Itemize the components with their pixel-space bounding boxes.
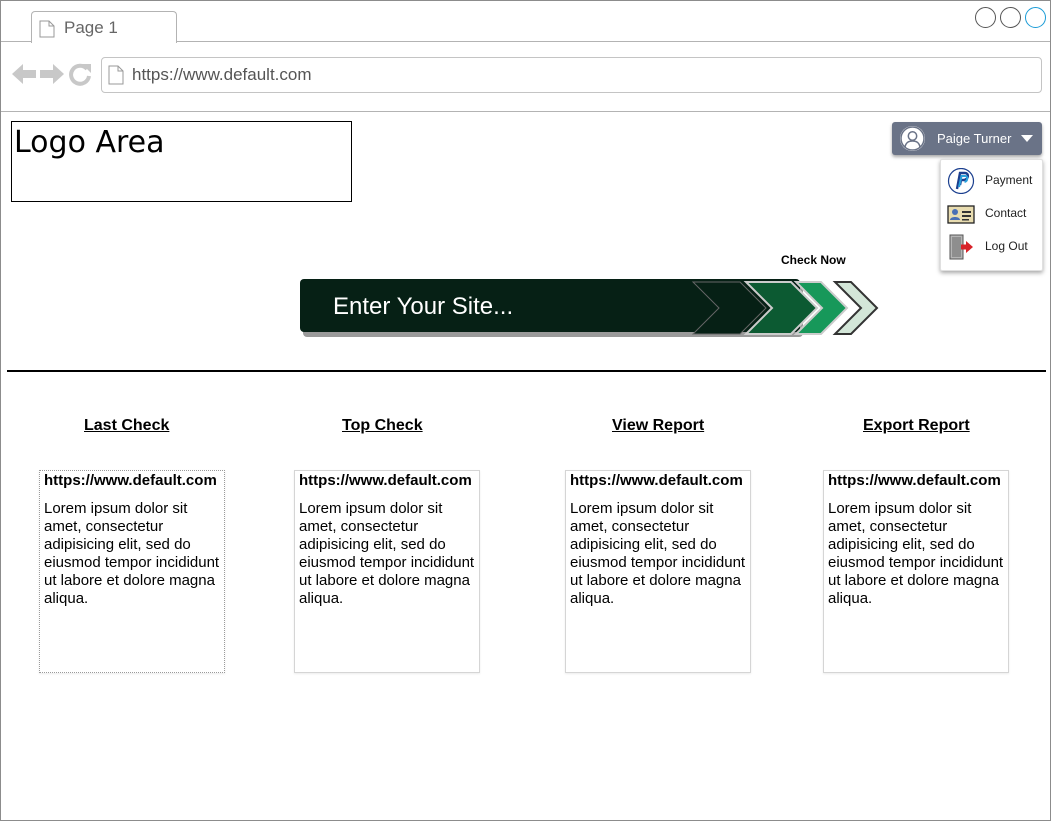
tab-bar: Page 1 bbox=[1, 1, 1050, 43]
page-icon bbox=[108, 65, 124, 85]
contact-card-icon bbox=[947, 205, 975, 224]
chevron-down-icon bbox=[1021, 135, 1033, 142]
card-url: https://www.default.com bbox=[570, 472, 743, 489]
browser-window: Page 1 https://www.default.com Logo Area… bbox=[0, 0, 1051, 821]
tab-title: Page 1 bbox=[64, 18, 118, 37]
export-report-card: https://www.default.com Lorem ipsum dolo… bbox=[823, 470, 1009, 673]
menu-item-label: Log Out bbox=[985, 239, 1028, 253]
logo-area: Logo Area bbox=[11, 121, 352, 202]
card-url: https://www.default.com bbox=[828, 472, 1001, 489]
page-icon bbox=[39, 20, 55, 38]
user-menu-button[interactable]: Paige Turner bbox=[892, 122, 1042, 155]
user-name: Paige Turner bbox=[937, 131, 1012, 146]
last-check-link[interactable]: Last Check bbox=[84, 417, 169, 435]
last-check-card: https://www.default.com Lorem ipsum dolo… bbox=[39, 470, 225, 673]
user-avatar-icon bbox=[900, 126, 925, 151]
card-url: https://www.default.com bbox=[299, 472, 472, 489]
window-maximize-button[interactable] bbox=[1025, 7, 1046, 28]
user-dropdown-menu: Payment Contact Log Out bbox=[940, 159, 1043, 271]
top-check-link[interactable]: Top Check bbox=[342, 417, 423, 435]
nav-buttons bbox=[11, 62, 93, 86]
export-report-link[interactable]: Export Report bbox=[863, 417, 970, 435]
card-url: https://www.default.com bbox=[44, 472, 217, 489]
url-input[interactable] bbox=[132, 65, 1012, 85]
paypal-icon bbox=[947, 168, 975, 194]
window-minimize-button[interactable] bbox=[1000, 7, 1021, 28]
top-check-card: https://www.default.com Lorem ipsum dolo… bbox=[294, 470, 480, 673]
menu-item-payment[interactable]: Payment bbox=[941, 165, 1042, 195]
site-check-bar: Enter Your Site... bbox=[299, 278, 884, 340]
forward-arrow-icon[interactable] bbox=[39, 62, 65, 86]
window-controls bbox=[975, 7, 1046, 28]
logout-door-icon bbox=[949, 234, 973, 260]
address-bar[interactable] bbox=[101, 57, 1042, 93]
menu-item-logout[interactable]: Log Out bbox=[941, 231, 1042, 261]
site-url-input[interactable] bbox=[331, 291, 671, 323]
menu-item-label: Contact bbox=[985, 206, 1027, 220]
card-text: Lorem ipsum dolor sit amet, consectetur … bbox=[570, 500, 746, 607]
section-divider bbox=[7, 370, 1046, 372]
check-now-label: Check Now bbox=[781, 253, 846, 267]
card-text: Lorem ipsum dolor sit amet, consectetur … bbox=[44, 500, 220, 607]
window-close-button[interactable] bbox=[975, 7, 996, 28]
view-report-card: https://www.default.com Lorem ipsum dolo… bbox=[565, 470, 751, 673]
reload-icon[interactable] bbox=[67, 62, 93, 86]
back-arrow-icon[interactable] bbox=[11, 62, 37, 86]
navigation-bar bbox=[1, 42, 1050, 112]
logo-text: Logo Area bbox=[14, 125, 165, 160]
card-text: Lorem ipsum dolor sit amet, consectetur … bbox=[299, 500, 475, 607]
menu-item-label: Payment bbox=[985, 173, 1033, 187]
browser-tab[interactable]: Page 1 bbox=[31, 11, 177, 43]
card-text: Lorem ipsum dolor sit amet, consectetur … bbox=[828, 500, 1004, 607]
view-report-link[interactable]: View Report bbox=[612, 417, 704, 435]
menu-item-contact[interactable]: Contact bbox=[941, 198, 1042, 228]
